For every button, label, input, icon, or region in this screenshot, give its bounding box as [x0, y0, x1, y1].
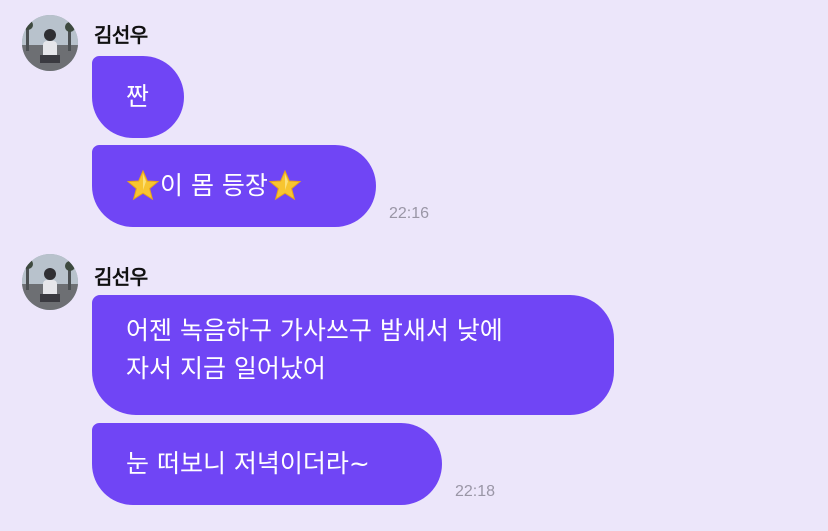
- profile-photo: [22, 254, 78, 310]
- message-bubble[interactable]: 눈 떠보니 저녁이더라~: [92, 423, 442, 505]
- star-emoji-icon: [268, 169, 302, 201]
- message-bubble[interactable]: 짠: [92, 56, 184, 138]
- timestamp: 22:18: [455, 483, 496, 500]
- sender-name: 김선우: [94, 265, 148, 289]
- timestamp: 22:16: [389, 205, 430, 222]
- star-emoji-icon: [126, 169, 160, 201]
- message-text: 짠: [126, 82, 150, 111]
- avatar[interactable]: [22, 254, 78, 310]
- message-bubble[interactable]: 어젠 녹음하구 가사쓰구 밤새서 낮에 자서 지금 일어났어: [92, 295, 614, 415]
- sender-name: 김선우: [94, 23, 148, 47]
- avatar[interactable]: [22, 15, 78, 71]
- message-text-line: 어젠 녹음하구 가사쓰구 밤새서 낮에: [126, 316, 503, 345]
- message-text: 이 몸 등장: [160, 171, 268, 200]
- message-text-line: 자서 지금 일어났어: [126, 354, 326, 383]
- message-bubble[interactable]: 이 몸 등장: [92, 145, 376, 227]
- message-text: 눈 떠보니 저녁이더라~: [126, 449, 370, 478]
- profile-photo: [22, 15, 78, 71]
